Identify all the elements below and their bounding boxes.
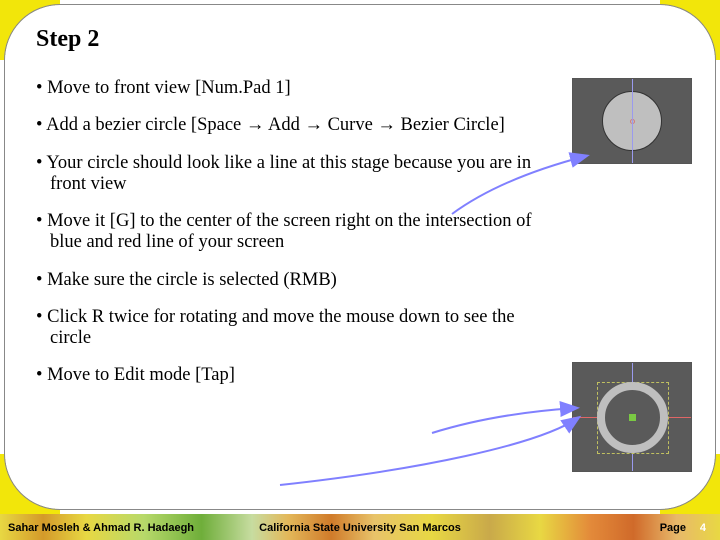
bullet-item: Your circle should look like a line at t… xyxy=(36,153,546,196)
screenshot-circle-front-view xyxy=(572,78,692,164)
bullet-item: Make sure the circle is selected (RMB) xyxy=(36,270,546,291)
slide-content: Move to front view [Num.Pad 1] Add a bez… xyxy=(36,78,546,403)
screenshot-circle-rotated xyxy=(572,362,692,472)
slide-title: Step 2 xyxy=(36,26,99,53)
footer-page-number: 4 xyxy=(700,522,706,534)
bullet-item: Add a bezier circle [Space → Add → Curve… xyxy=(36,115,546,136)
footer-page-label: Page xyxy=(660,522,686,534)
bullet-item: Click R twice for rotating and move the … xyxy=(36,307,546,350)
bullet-item: Move to front view [Num.Pad 1] xyxy=(36,78,546,99)
bullet-item: Move it [G] to the center of the screen … xyxy=(36,211,546,254)
footer-institution: California State University San Marcos xyxy=(259,522,461,534)
bullet-item: Move to Edit mode [Tap] xyxy=(36,365,546,386)
footer-authors: Sahar Mosleh & Ahmad R. Hadaegh xyxy=(8,522,194,534)
